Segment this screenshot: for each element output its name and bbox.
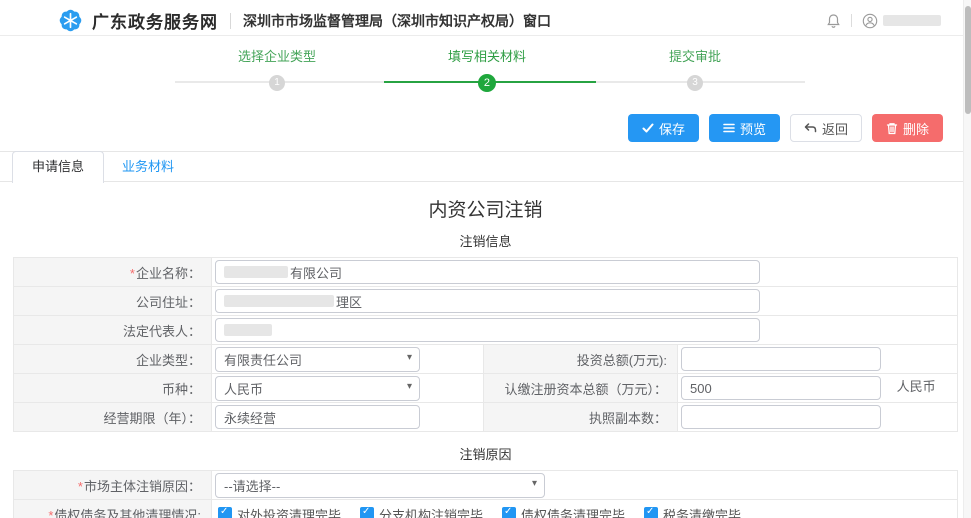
company-address-visible-text: 理区 <box>336 292 362 311</box>
step-label: 提交审批 <box>669 46 721 65</box>
registered-capital-input[interactable] <box>681 376 881 400</box>
step-indicator: 选择企业类型 1 填写相关材料 2 提交审批 3 <box>0 46 971 104</box>
field-label-cancel-reason: 市场主体注销原因： <box>78 479 201 494</box>
save-button[interactable]: 保存 <box>628 114 699 142</box>
table-row: 法定代表人： <box>14 316 958 345</box>
field-label-legal-rep: 法定代表人： <box>123 324 201 339</box>
step-number-badge: 3 <box>687 75 703 91</box>
company-address-input[interactable]: 理区 <box>215 289 760 313</box>
table-row: 企业名称： 有限公司 <box>14 258 958 287</box>
gov-flower-logo-icon <box>58 8 83 33</box>
checkbox-foreign-investment-cleared[interactable]: 对外投资清理完毕 <box>218 505 341 518</box>
table-row: 公司住址： 理区 <box>14 287 958 316</box>
scrollbar-thumb[interactable] <box>965 6 971 114</box>
step-number-badge: 1 <box>269 75 285 91</box>
site-brand: 广东政务服务网 <box>92 8 218 33</box>
step-label: 选择企业类型 <box>238 46 316 65</box>
list-icon <box>723 122 735 134</box>
checkbox-branches-deregistered[interactable]: 分支机构注销完毕 <box>360 505 483 518</box>
field-label-debt-clearance: 债权债务及其他清理情况: <box>48 508 201 518</box>
field-label-company-name: 企业名称： <box>130 266 201 281</box>
redacted-text-block <box>224 324 272 336</box>
preview-button[interactable]: 预览 <box>709 114 780 142</box>
return-arrow-icon <box>804 122 817 134</box>
step-number-badge: 2 <box>478 74 496 92</box>
section-title-cancellation-info: 注销信息 <box>0 231 971 250</box>
field-label-company-type: 企业类型： <box>136 353 201 368</box>
license-copies-input[interactable] <box>681 405 881 429</box>
checkbox-label: 债权债务清理完毕 <box>521 505 625 518</box>
header: 广东政务服务网 深圳市市场监督管理局（深圳市知识产权局）窗口 <box>0 0 971 36</box>
tab-business-materials[interactable]: 业务材料 <box>112 152 184 182</box>
checkbox-label: 税务清缴完毕 <box>663 505 741 518</box>
department-title: 深圳市市场监督管理局（深圳市知识产权局）窗口 <box>243 11 551 31</box>
checkbox-label: 对外投资清理完毕 <box>237 505 341 518</box>
currency-value: 人民币 <box>224 379 263 398</box>
table-row: 市场主体注销原因： --请选择-- <box>14 471 958 500</box>
vertical-scrollbar[interactable] <box>963 0 971 518</box>
redacted-text-block <box>224 295 334 307</box>
checkbox-checked-icon[interactable] <box>644 507 658 518</box>
table-row: 企业类型： 有限责任公司 投资总额(万元): <box>14 345 958 374</box>
header-divider <box>230 13 231 29</box>
user-avatar-icon[interactable] <box>862 13 878 29</box>
table-row: 经营期限（年）： 执照副本数： <box>14 403 958 432</box>
debt-clearance-checkbox-group: 对外投资清理完毕 分支机构注销完毕 债权债务清理完毕 税务清缴完毕 <box>215 505 957 518</box>
tab-bar: 申请信息 业务材料 <box>0 151 971 182</box>
registered-capital-currency-suffix: 人民币 <box>897 379 936 394</box>
company-type-value: 有限责任公司 <box>224 350 302 369</box>
step-label: 填写相关材料 <box>448 46 526 65</box>
cancellation-reason-table: 市场主体注销原因： --请选择-- 债权债务及其他清理情况: 对外投资清理完毕 … <box>13 470 958 518</box>
page-title: 内资公司注销 <box>0 195 971 222</box>
table-row: 债权债务及其他清理情况: 对外投资清理完毕 分支机构注销完毕 债权债务清理完毕 <box>14 500 958 518</box>
back-button[interactable]: 返回 <box>790 114 862 142</box>
bell-icon[interactable] <box>826 13 841 29</box>
save-button-label: 保存 <box>659 119 685 138</box>
table-row: 币种： 人民币 认缴注册资本总额（万元）： 人民币 <box>14 374 958 403</box>
checkbox-taxes-settled[interactable]: 税务清缴完毕 <box>644 505 741 518</box>
back-button-label: 返回 <box>822 119 848 138</box>
delete-button[interactable]: 删除 <box>872 114 943 142</box>
step-fill-materials: 填写相关材料 2 <box>448 46 526 93</box>
trash-icon <box>886 122 898 135</box>
tab-application-info[interactable]: 申请信息 <box>12 151 104 183</box>
currency-select[interactable]: 人民币 <box>215 376 420 401</box>
cancel-reason-select[interactable]: --请选择-- <box>215 473 545 498</box>
page: 广东政务服务网 深圳市市场监督管理局（深圳市知识产权局）窗口 <box>0 0 971 518</box>
step-submit-approval: 提交审批 3 <box>669 46 721 93</box>
legal-rep-input[interactable] <box>215 318 760 342</box>
checkbox-checked-icon[interactable] <box>502 507 516 518</box>
business-term-input[interactable] <box>215 405 420 429</box>
header-divider <box>851 14 852 27</box>
section-title-cancellation-reason: 注销原因 <box>0 444 971 463</box>
field-label-business-term: 经营期限（年）： <box>103 411 201 426</box>
company-type-select[interactable]: 有限责任公司 <box>215 347 420 372</box>
field-label-registered-capital: 认缴注册资本总额（万元）： <box>504 382 667 397</box>
checkbox-checked-icon[interactable] <box>360 507 374 518</box>
field-label-company-address: 公司住址： <box>136 295 201 310</box>
field-label-currency: 币种： <box>162 382 201 397</box>
delete-button-label: 删除 <box>903 119 929 138</box>
check-icon <box>642 122 654 134</box>
checkbox-checked-icon[interactable] <box>218 507 232 518</box>
field-label-license-copies: 执照副本数： <box>589 411 667 426</box>
company-name-input[interactable]: 有限公司 <box>215 260 760 284</box>
cancel-reason-value: --请选择-- <box>224 476 280 495</box>
checkbox-debts-cleared[interactable]: 债权债务清理完毕 <box>502 505 625 518</box>
redacted-text-block <box>224 266 288 278</box>
preview-button-label: 预览 <box>740 119 766 138</box>
toolbar: 保存 预览 返回 删除 <box>0 114 971 142</box>
total-investment-input[interactable] <box>681 347 881 371</box>
user-name-redacted[interactable] <box>883 15 941 26</box>
cancellation-info-table: 企业名称： 有限公司 公司住址： 理区 法定代表人： <box>13 257 958 432</box>
step-choose-type: 选择企业类型 1 <box>238 46 316 93</box>
checkbox-label: 分支机构注销完毕 <box>379 505 483 518</box>
company-name-visible-text: 有限公司 <box>290 263 342 282</box>
field-label-total-investment: 投资总额(万元): <box>577 353 667 368</box>
